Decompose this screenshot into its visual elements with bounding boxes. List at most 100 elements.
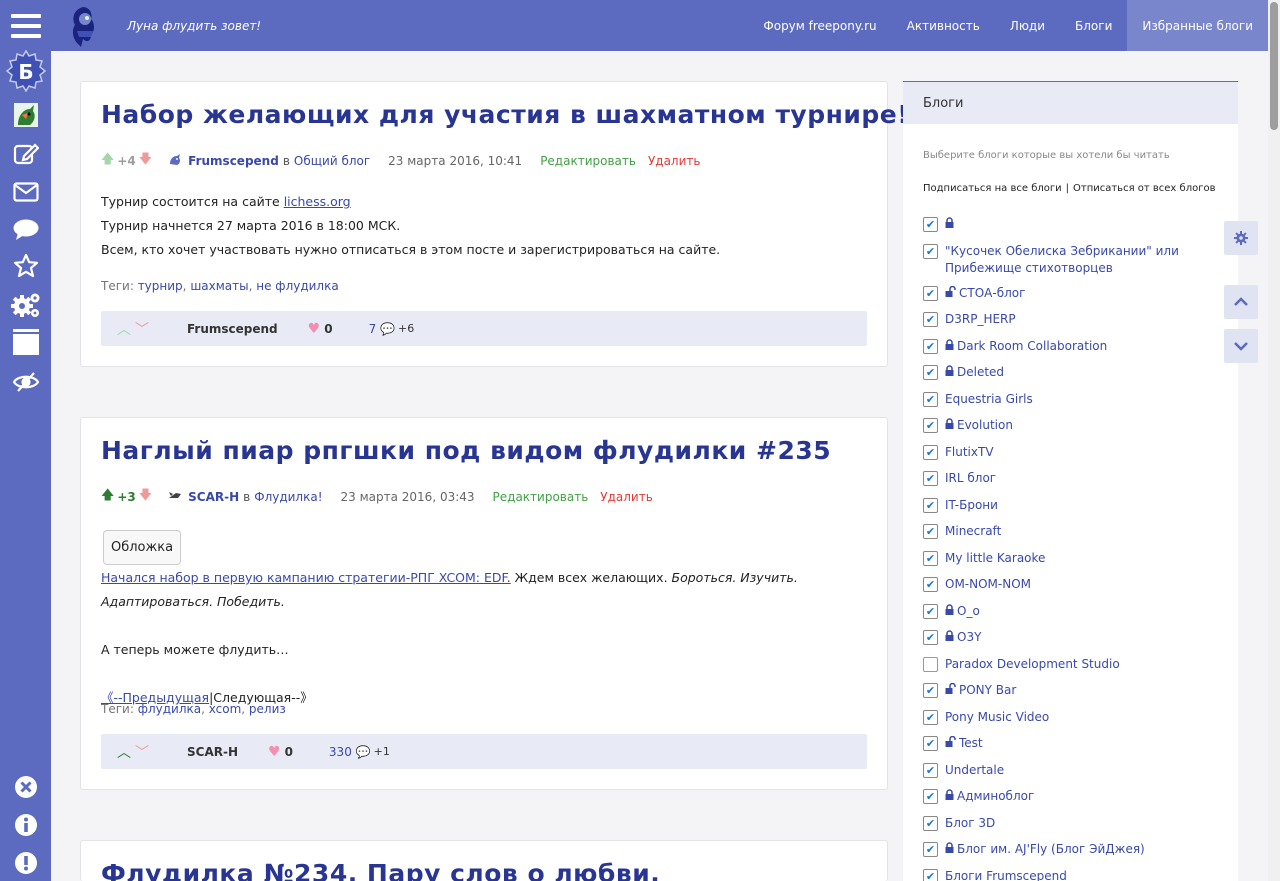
blog-item[interactable]: O_o <box>923 603 1223 630</box>
blog-item[interactable]: Блоги Frumscepend <box>923 868 1223 881</box>
blog-checkbox[interactable] <box>923 391 938 407</box>
blog-label[interactable]: Админоблог <box>957 789 1034 803</box>
blog-checkbox[interactable] <box>923 603 938 619</box>
tag-link[interactable]: не флудилка <box>256 279 338 293</box>
blog-item[interactable]: СТОА-блог <box>923 285 1223 312</box>
post-blog[interactable]: Флудилка! <box>254 490 322 504</box>
blog-label[interactable]: Paradox Development Studio <box>945 657 1120 671</box>
blog-checkbox[interactable] <box>923 444 938 460</box>
settings-gear-button[interactable] <box>1224 221 1258 255</box>
blog-label[interactable]: D3RP_HERP <box>945 312 1016 326</box>
tag-link[interactable]: шахматы <box>190 279 248 293</box>
comments-link[interactable]: 7 💬 <box>369 322 395 336</box>
blog-item[interactable]: IT-Брони <box>923 497 1223 524</box>
blog-checkbox[interactable] <box>923 656 938 672</box>
blog-label[interactable]: Equestria Girls <box>945 392 1033 406</box>
star-icon[interactable] <box>0 251 51 281</box>
info-icon[interactable] <box>0 811 51 839</box>
post-title[interactable]: Наглый пиар рпгшки под видом флудилки #2… <box>101 436 831 465</box>
blogs-badge-icon[interactable]: Б <box>0 50 51 92</box>
blog-label[interactable]: O_o <box>957 604 980 618</box>
hide-eye-icon[interactable] <box>0 367 51 397</box>
blog-checkbox[interactable] <box>923 630 938 645</box>
heart-icon[interactable]: ♥ <box>268 744 281 760</box>
blog-checkbox[interactable] <box>923 736 938 751</box>
page-scrollbar[interactable] <box>1268 0 1280 881</box>
blog-item[interactable]: Test <box>923 735 1223 762</box>
blog-checkbox[interactable] <box>923 338 938 354</box>
blog-item[interactable]: PONY Bar <box>923 682 1223 709</box>
vote-up-icon[interactable]: 🡅 <box>101 150 114 172</box>
blog-checkbox[interactable] <box>923 842 938 857</box>
blog-checkbox[interactable] <box>923 550 938 566</box>
blog-label[interactable]: Undertale <box>945 763 1004 777</box>
tag-link[interactable]: турнир <box>138 279 183 293</box>
blog-checkbox[interactable] <box>923 365 938 380</box>
vote-down-icon[interactable]: 🡇 <box>139 486 152 508</box>
blog-item[interactable]: Deleted <box>923 364 1223 391</box>
delete-link[interactable]: Удалить <box>648 154 701 168</box>
post-author[interactable]: SCAR-H <box>188 490 239 504</box>
post-blog[interactable]: Общий блог <box>294 154 370 168</box>
blog-checkbox[interactable] <box>923 497 938 513</box>
blog-item[interactable]: FlutixTV <box>923 444 1223 471</box>
nav-blogs[interactable]: Блоги <box>1060 0 1127 51</box>
edit-link[interactable]: Редактировать <box>540 154 636 168</box>
heart-icon[interactable]: ♥ <box>308 321 321 337</box>
nav-people[interactable]: Люди <box>995 0 1060 51</box>
blog-label[interactable]: IT-Брони <box>945 498 998 512</box>
blog-item[interactable]: Equestria Girls <box>923 391 1223 418</box>
blog-checkbox[interactable] <box>923 243 938 259</box>
blog-label[interactable]: Test <box>959 736 983 750</box>
blog-item[interactable]: OM-NOM-NOM <box>923 576 1223 603</box>
scrollbar-thumb[interactable] <box>1270 2 1278 130</box>
blog-label[interactable]: Deleted <box>957 365 1004 379</box>
chat-icon[interactable] <box>0 215 51 245</box>
blog-checkbox[interactable] <box>923 418 938 433</box>
blog-checkbox[interactable] <box>923 524 938 539</box>
blog-item[interactable]: My little Karaoke <box>923 550 1223 577</box>
post-title[interactable]: Флудилка №234. Пару слов о любви. <box>101 859 660 881</box>
blog-label[interactable]: IRL блог <box>945 471 996 485</box>
mail-icon[interactable] <box>0 177 51 207</box>
footer-author[interactable]: SCAR-H <box>187 745 238 759</box>
blog-item[interactable]: Блог им. AJ'Fly (Блог ЭйДжея) <box>923 841 1223 868</box>
subscribe-all-link[interactable]: Подписаться на все блоги <box>923 183 1062 194</box>
tag-link[interactable]: релиз <box>249 702 286 716</box>
blog-label[interactable]: Evolution <box>957 418 1013 432</box>
tag-link[interactable]: флудилка <box>138 702 201 716</box>
blog-label[interactable]: СТОА-блог <box>959 286 1025 300</box>
blog-item[interactable]: D3RP_HERP <box>923 311 1223 338</box>
vote-up-chevron-icon[interactable]: ︿ <box>117 319 131 339</box>
alert-icon[interactable] <box>0 849 51 877</box>
blog-label[interactable]: Блог им. AJ'Fly (Блог ЭйДжея) <box>957 842 1145 856</box>
blog-checkbox[interactable] <box>923 868 938 881</box>
vote-down-chevron-icon[interactable]: ﹀ <box>135 319 149 339</box>
blog-label[interactable]: Minecraft <box>945 524 1001 538</box>
footer-author[interactable]: Frumscepend <box>187 322 278 336</box>
vote-up-chevron-icon[interactable]: ︿ <box>117 742 131 762</box>
nav-activity[interactable]: Активность <box>892 0 995 51</box>
blog-item[interactable]: Админоблог <box>923 788 1223 815</box>
close-circle-icon[interactable] <box>0 773 51 801</box>
post-title[interactable]: Набор желающих для участия в шахматном т… <box>101 100 909 129</box>
blog-item[interactable]: IRL блог <box>923 470 1223 497</box>
blog-item[interactable]: Undertale <box>923 762 1223 789</box>
scroll-down-button[interactable] <box>1224 329 1258 363</box>
blog-label[interactable]: PONY Bar <box>959 683 1016 697</box>
scroll-up-button[interactable] <box>1224 285 1258 319</box>
blog-item[interactable]: "Кусочек Обелиска Зебрикании" или Прибеж… <box>923 243 1223 285</box>
post-author[interactable]: Frumscepend <box>188 154 279 168</box>
user-avatar[interactable] <box>0 101 51 129</box>
unsubscribe-all-link[interactable]: Отписаться от всех блогов <box>1073 183 1215 194</box>
blog-label[interactable]: My little Karaoke <box>945 551 1045 565</box>
delete-link[interactable]: Удалить <box>600 490 653 504</box>
xcom-link[interactable]: Начался набор в первую кампанию стратеги… <box>101 570 511 585</box>
edit-icon[interactable] <box>0 139 51 169</box>
nav-forum[interactable]: Форум freepony.ru <box>748 0 891 51</box>
vote-up-icon[interactable]: 🡅 <box>101 486 114 508</box>
blog-checkbox[interactable] <box>923 217 938 232</box>
vote-down-chevron-icon[interactable]: ﹀ <box>135 742 149 762</box>
blog-label[interactable]: Блоги Frumscepend <box>945 869 1067 881</box>
lichess-link[interactable]: lichess.org <box>284 194 351 209</box>
